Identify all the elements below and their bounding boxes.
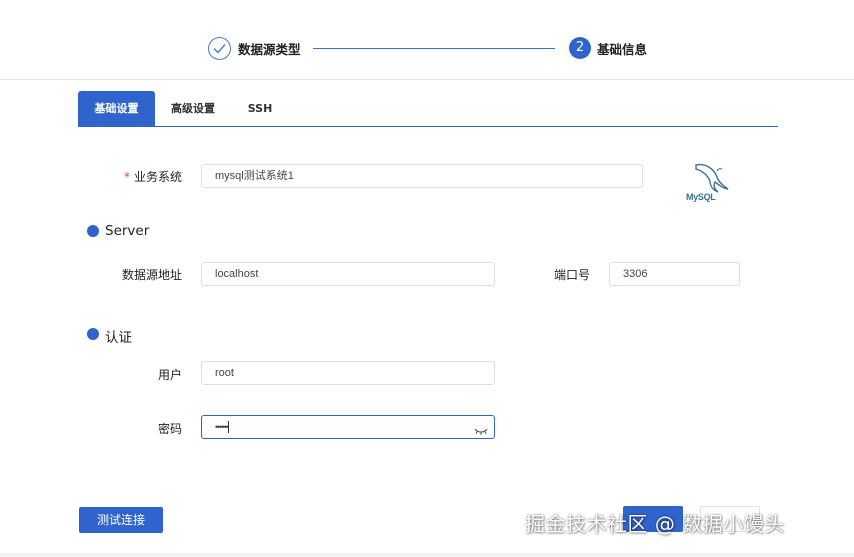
datasource-address-label: 数据源地址 — [121, 268, 182, 282]
auth-section-dot — [87, 328, 99, 340]
port-input[interactable]: 3306 — [609, 262, 740, 286]
footer-divider — [0, 553, 854, 557]
user-label: 用户 — [157, 368, 182, 382]
business-system-input[interactable]: mysql测试系统1 — [201, 164, 643, 188]
business-system-label-text: 业务系统 — [133, 170, 182, 184]
datasource-address-input[interactable]: localhost — [201, 262, 495, 286]
steps-bar: 数据源类型 2 基础信息 — [0, 0, 854, 80]
text-caret — [227, 421, 229, 434]
step-datasource-type[interactable]: 数据源类型 — [238, 39, 301, 58]
step-number-badge: 2 — [569, 37, 591, 59]
required-mark: * — [123, 170, 130, 184]
business-system-label: * 业务系统 — [110, 168, 182, 185]
user-input[interactable]: root — [201, 361, 495, 385]
settings-tabs: 基础设置 高级设置 SSH — [78, 91, 778, 127]
server-section-title: Server — [105, 223, 150, 239]
check-icon — [208, 37, 231, 60]
mysql-logo: MySQL — [684, 159, 732, 205]
watermark: 掘金技术社区 @ 数据小馒头 — [525, 512, 785, 536]
password-value: •••••• — [215, 422, 229, 432]
step-connector — [313, 48, 555, 49]
step-basic-info[interactable]: 基础信息 — [597, 39, 647, 58]
port-label: 端口号 — [553, 268, 590, 282]
password-input[interactable]: •••••• — [201, 415, 495, 439]
tab-basic-settings[interactable]: 基础设置 — [78, 91, 155, 126]
test-connection-button[interactable]: 测试连接 — [79, 507, 163, 533]
auth-section-title: 认证 — [105, 330, 132, 346]
eye-closed-icon[interactable] — [474, 422, 488, 444]
server-section-dot — [87, 225, 99, 237]
tab-advanced-settings[interactable]: 高级设置 — [160, 91, 226, 126]
tab-ssh[interactable]: SSH — [236, 91, 284, 126]
mysql-logo-text: MySQL — [686, 192, 716, 202]
password-label: 密码 — [157, 422, 182, 436]
